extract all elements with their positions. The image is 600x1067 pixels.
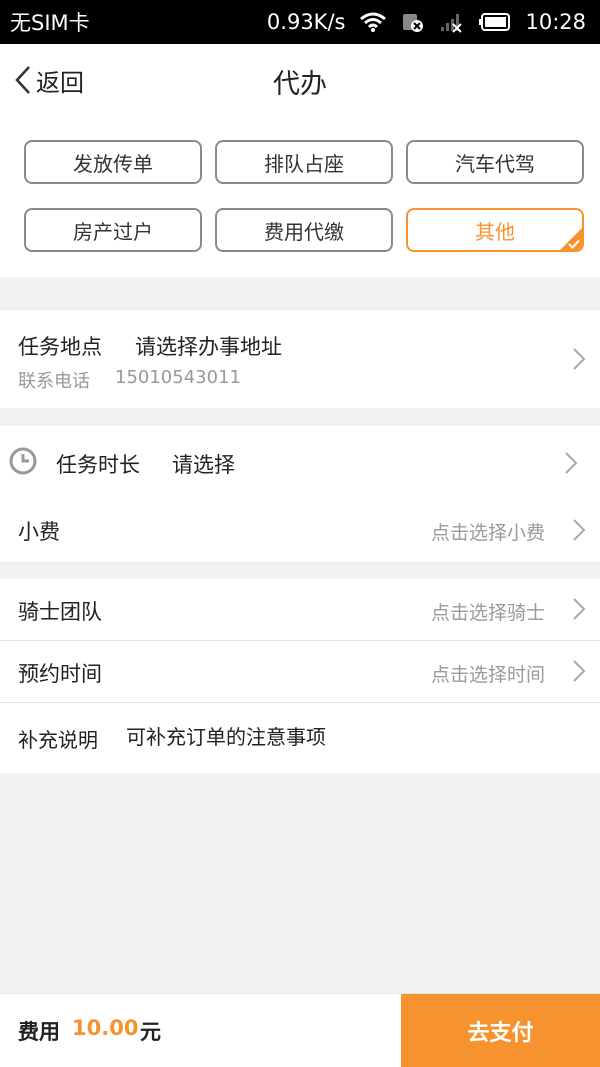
phone-number: 15010543011 bbox=[115, 367, 241, 388]
fee-amount: 10.00 bbox=[72, 1016, 139, 1040]
chevron-right-icon bbox=[573, 519, 586, 541]
fee-unit: 元 bbox=[140, 1020, 161, 1044]
battery-icon bbox=[479, 12, 511, 32]
notes-input[interactable]: 可补充订单的注意事项 bbox=[126, 721, 326, 750]
check-icon bbox=[568, 239, 580, 249]
location-row[interactable]: 任务地点 请选择办事地址 联系电话 15010543011 bbox=[0, 310, 600, 408]
sim-error-icon bbox=[401, 11, 425, 33]
clock-icon bbox=[9, 447, 37, 475]
duration-tip-card: 任务时长 请选择 小费 点击选择小费 bbox=[0, 426, 600, 562]
location-label: 任务地点 bbox=[18, 335, 102, 359]
pay-button[interactable]: 去支付 bbox=[401, 994, 600, 1067]
category-label: 其他 bbox=[475, 219, 515, 244]
tip-row[interactable]: 小费 点击选择小费 bbox=[0, 496, 600, 562]
tip-label: 小费 bbox=[18, 520, 60, 544]
category-label: 排队占座 bbox=[264, 151, 344, 176]
carrier-text: 无SIM卡 bbox=[10, 11, 90, 35]
category-bill[interactable]: 费用代缴 bbox=[215, 208, 393, 252]
category-label: 费用代缴 bbox=[264, 219, 344, 244]
clock-text: 10:28 bbox=[525, 10, 586, 34]
duration-value: 请选择 bbox=[172, 453, 235, 477]
order-options-card: 骑士团队 点击选择骑士 预约时间 点击选择时间 补充说明 可补充订单的注意事项 bbox=[0, 579, 600, 773]
location-value: 请选择办事地址 bbox=[135, 335, 282, 359]
signal-icon bbox=[439, 11, 465, 33]
appointment-label: 预约时间 bbox=[18, 662, 102, 686]
wifi-icon bbox=[359, 11, 387, 33]
phone-label: 联系电话 bbox=[18, 371, 90, 392]
fee-label: 费用 bbox=[18, 1020, 60, 1044]
category-label: 汽车代驾 bbox=[455, 151, 535, 176]
category-other[interactable]: 其他 bbox=[406, 208, 584, 252]
category-flyer[interactable]: 发放传单 bbox=[24, 140, 202, 184]
nav-bar: 返回 代办 bbox=[0, 44, 600, 116]
tip-placeholder: 点击选择小费 bbox=[431, 522, 546, 544]
rider-team-row[interactable]: 骑士团队 点击选择骑士 bbox=[0, 579, 600, 640]
chevron-right-icon bbox=[565, 452, 578, 474]
chevron-right-icon bbox=[573, 598, 586, 620]
bottom-bar: 费用 10.00 元 去支付 bbox=[0, 993, 600, 1067]
notes-row[interactable]: 补充说明 可补充订单的注意事项 bbox=[0, 703, 600, 773]
category-label: 房产过户 bbox=[73, 219, 153, 244]
appointment-row[interactable]: 预约时间 点击选择时间 bbox=[0, 641, 600, 702]
rider-team-placeholder: 点击选择骑士 bbox=[431, 602, 546, 624]
duration-label: 任务时长 bbox=[56, 453, 140, 477]
network-speed: 0.93K/s bbox=[266, 10, 346, 34]
category-panel: 发放传单 排队占座 汽车代驾 房产过户 费用代缴 其他 bbox=[0, 116, 600, 277]
duration-row[interactable]: 任务时长 请选择 bbox=[0, 426, 600, 496]
category-property[interactable]: 房产过户 bbox=[24, 208, 202, 252]
page-title: 代办 bbox=[273, 69, 327, 100]
chevron-right-icon bbox=[573, 348, 586, 370]
category-queue[interactable]: 排队占座 bbox=[215, 140, 393, 184]
category-driver[interactable]: 汽车代驾 bbox=[406, 140, 584, 184]
chevron-right-icon bbox=[573, 660, 586, 682]
category-label: 发放传单 bbox=[73, 151, 153, 176]
appointment-placeholder: 点击选择时间 bbox=[431, 664, 546, 686]
rider-team-label: 骑士团队 bbox=[18, 600, 102, 624]
status-bar: 无SIM卡 0.93K/s 10:28 bbox=[0, 0, 600, 44]
notes-label: 补充说明 bbox=[18, 728, 98, 752]
